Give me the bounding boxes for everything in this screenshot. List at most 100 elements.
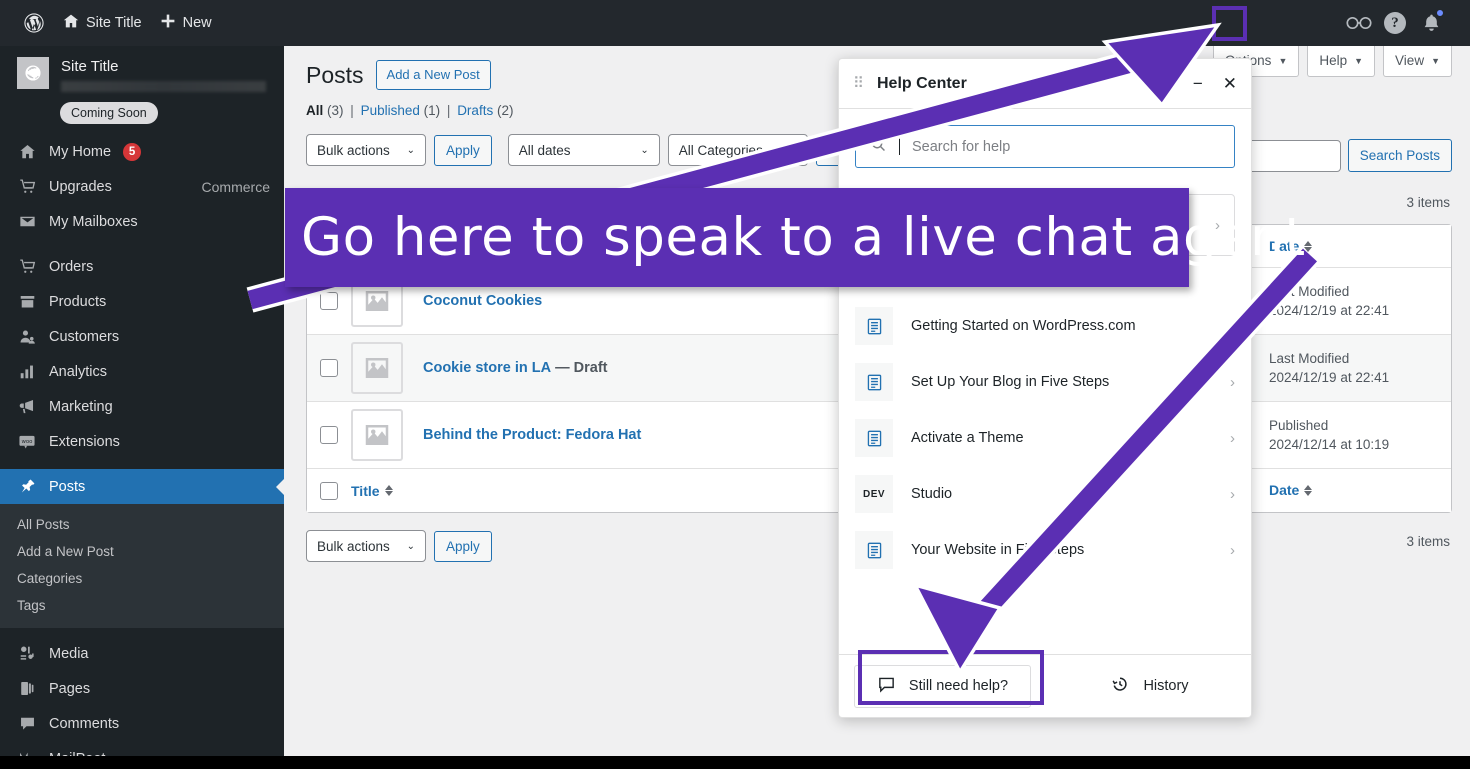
resource-item[interactable]: Set Up Your Blog in Five Steps › [839,354,1251,410]
wordpress-logo-icon [870,212,896,238]
bell-icon[interactable] [1416,8,1446,38]
view-drafts-link[interactable]: Drafts [457,103,493,118]
add-new-post-button[interactable]: Add a New Post [375,60,491,91]
select-all-cell [307,237,351,255]
resource-item[interactable]: Activate a Theme › [839,410,1251,466]
article-icon [855,531,893,569]
sidebar-item-extensions[interactable]: woo Extensions [0,424,284,459]
bulk-actions-select-bottom[interactable]: Bulk actions ⌄ [306,530,426,562]
select-all-cell-bottom [307,481,351,500]
page-title: Posts [306,61,364,88]
post-title-link[interactable]: Coconut Cookies [423,293,542,309]
row-checkbox[interactable] [320,359,338,377]
sidebar-item-plan-label: Commerce [201,178,270,195]
view-all-link[interactable]: All [306,103,323,118]
select-all-checkbox[interactable] [320,237,338,255]
sidebar-item-label: Customers [49,328,120,345]
resource-label: Studio [911,486,953,502]
admin-bar-site-title[interactable]: Site Title [54,0,151,46]
chevron-down-icon: ▼ [1354,55,1364,66]
sidebar-item-media[interactable]: Media [0,636,284,671]
help-label: Help [1319,53,1348,68]
help-center-title: Help Center [877,74,967,92]
help-search-input[interactable]: Search for help [855,125,1235,168]
bulk-actions-select-top[interactable]: Bulk actions ⌄ [306,134,426,167]
column-header-date-inner: Date [1269,237,1451,256]
sidebar-subitem-categories[interactable]: Categories [0,565,284,592]
image-placeholder-icon [351,342,403,394]
sidebar-item-comments[interactable]: Comments [0,706,284,741]
site-card[interactable]: Site Title Coming Soon [0,46,284,124]
sidebar-item-posts[interactable]: Posts [0,469,284,504]
sidebar-item-marketing[interactable]: Marketing [0,389,284,424]
sidebar-item-customers[interactable]: Customers [0,319,284,354]
sidebar-item-label: Analytics [49,363,108,380]
help-tab-button[interactable]: Help ▼ [1307,46,1376,77]
sidebar-item-my-home[interactable]: My Home 5 [0,134,284,169]
all-dates-select[interactable]: All dates ⌄ [507,134,660,167]
apply-button-top[interactable]: Apply [434,134,492,166]
sidebar-item-products[interactable]: Products [0,284,284,319]
view-published-link[interactable]: Published [361,103,420,118]
site-card-row: Site Title [0,57,284,92]
recommended-resources-title: Recommended Resources [855,275,1025,290]
comment-icon [17,714,37,734]
close-icon[interactable]: ✕ [1223,75,1237,92]
sidebar-item-mailpoet[interactable]: MailPoet [0,741,284,756]
sidebar-item-analytics[interactable]: Analytics [0,354,284,389]
row-date-status: Last Modified [1269,284,1350,299]
cart-icon [17,257,37,277]
sidebar-item-pages[interactable]: Pages [0,671,284,706]
sidebar-item-label: Pages [49,680,91,697]
notification-dot [1436,9,1444,17]
search-posts-button[interactable]: Search Posts [1347,139,1452,172]
help-center-header[interactable]: ⠿ Help Center − ✕ [839,59,1251,109]
resource-item[interactable]: Your Website in Five Steps › [839,522,1251,578]
history-button[interactable]: History [1046,655,1251,718]
resource-item[interactable]: DEV Studio › [839,466,1251,522]
column-header-date[interactable]: Date [1251,237,1451,256]
sidebar-item-my-mailboxes[interactable]: My Mailboxes [0,204,284,239]
dev-badge-icon: DEV [855,475,893,513]
admin-bar-new-button[interactable]: New [151,0,221,46]
resource-label: Getting Started on WordPress.com [911,318,1136,334]
sidebar-subitem-add-new-post[interactable]: Add a New Post [0,538,284,565]
bulk-actions-label: Bulk actions [317,142,390,158]
still-need-help-button[interactable]: Still need help? [839,655,1046,718]
sidebar-divider [0,459,284,469]
column-footer-date-inner: Date [1269,481,1451,500]
row-checkbox[interactable] [320,292,338,310]
article-icon [855,307,893,345]
sidebar-subitem-all-posts[interactable]: All Posts [0,511,284,538]
sidebar-subitem-tags[interactable]: Tags [0,592,284,619]
chevron-down-icon: ⌄ [640,144,649,156]
resource-item[interactable]: Getting Started on WordPress.com › [839,298,1251,354]
reader-glasses-icon[interactable] [1344,8,1374,38]
post-title-link[interactable]: Behind the Product: Fedora Hat [423,427,641,443]
sidebar-item-label: Orders [49,258,94,275]
help-question-icon[interactable]: ? [1380,8,1410,38]
drag-grip-icon[interactable]: ⠿ [853,76,869,91]
row-checkbox[interactable] [320,426,338,444]
all-categories-select[interactable]: All Categories ⌄ [667,134,808,167]
help-featured-card[interactable]: › [855,194,1235,256]
view-tab-button[interactable]: View ▼ [1383,46,1452,77]
row-thumbnail-cell [351,409,423,461]
view-label: View [1395,53,1425,68]
column-footer-date[interactable]: Date [1251,481,1451,500]
wordpress-logo-button[interactable] [14,0,54,46]
row-date-value: 2024/12/19 at 22:41 [1269,303,1390,318]
select-all-checkbox-bottom[interactable] [320,481,338,500]
sidebar-item-upgrades[interactable]: Upgrades Commerce [0,169,284,204]
minimize-icon[interactable]: − [1193,75,1203,92]
admin-bar-new-label: New [182,15,212,31]
article-icon [855,363,893,401]
view-published-count: (1) [423,103,441,119]
chevron-right-icon: › [1230,485,1235,503]
sidebar-item-label: MailPoet [49,751,105,757]
chevron-right-icon: › [1230,541,1235,559]
help-search-wrap: Search for help [839,109,1251,168]
post-title-link[interactable]: Cookie store in LA [423,360,551,376]
apply-button-bottom[interactable]: Apply [434,530,492,562]
sidebar-item-orders[interactable]: Orders [0,249,284,284]
